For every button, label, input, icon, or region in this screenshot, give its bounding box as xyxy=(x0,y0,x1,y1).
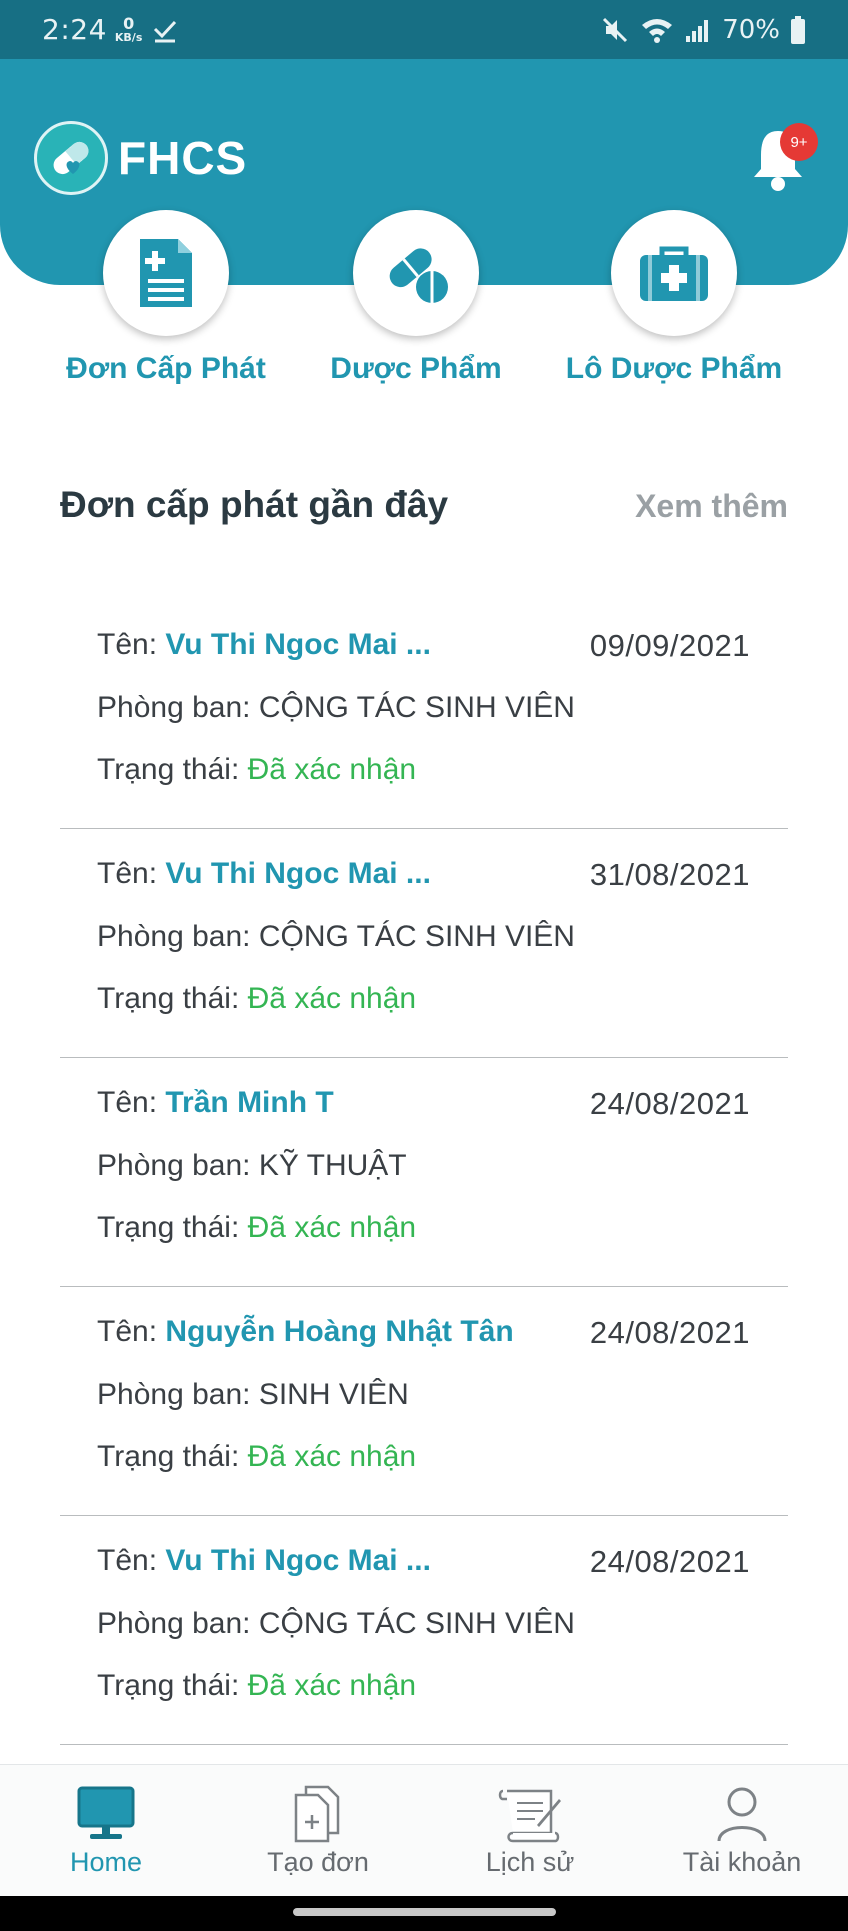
patient-name: Vu Thi Ngoc Mai ... xyxy=(165,857,431,890)
item-date: 24/08/2021 xyxy=(589,1544,750,1579)
status-row: Trạng thái: Đã xác nhận xyxy=(97,753,416,787)
scroll-icon xyxy=(498,1789,561,1843)
net-speed-value: 0 xyxy=(123,14,135,33)
nav-account[interactable]: Tài khoản xyxy=(636,1765,848,1897)
item-date: 31/08/2021 xyxy=(589,857,750,892)
status-row: Trạng thái: Đã xác nhận xyxy=(97,982,416,1016)
item-date: 09/09/2021 xyxy=(589,628,750,663)
department-value: KỸ THUẬT xyxy=(258,1149,407,1182)
name-label: Tên: xyxy=(97,857,166,890)
home-gesture-handle[interactable] xyxy=(293,1908,556,1916)
quick-action-circle[interactable] xyxy=(353,210,479,336)
nav-home[interactable]: Home xyxy=(0,1765,212,1897)
department-value: CỘNG TÁC SINH VIÊN xyxy=(258,920,575,953)
medical-kit-icon xyxy=(640,246,708,301)
wifi-icon xyxy=(642,18,673,43)
department-value: CỘNG TÁC SINH VIÊN xyxy=(258,691,575,724)
name-label: Tên: xyxy=(97,1315,166,1348)
pill-icon xyxy=(389,248,448,303)
status-time: 2:24 xyxy=(42,13,107,46)
status-label: Trạng thái: xyxy=(97,1211,248,1244)
list-item[interactable]: Tên: Vu Thi Ngoc Mai ... 31/08/2021 Phòn… xyxy=(60,829,788,1058)
department-value: CỘNG TÁC SINH VIÊN xyxy=(258,1607,575,1640)
quick-action-medicines[interactable]: Dược Phẩm xyxy=(306,210,526,386)
status-label: Trạng thái: xyxy=(97,1440,248,1473)
name-row: Tên: Vu Thi Ngoc Mai ... xyxy=(97,1544,431,1578)
capsule-heart-icon xyxy=(53,141,89,175)
document-plus-icon xyxy=(140,239,192,307)
status-row: Trạng thái: Đã xác nhận xyxy=(97,1440,416,1474)
list-item[interactable]: Tên: Vu Thi Ngoc Mai ... 09/09/2021 Phòn… xyxy=(60,600,788,829)
battery-icon xyxy=(791,15,805,44)
status-label: Trạng thái: xyxy=(97,982,248,1015)
item-date: 24/08/2021 xyxy=(589,1315,750,1350)
department-label: Phòng ban: xyxy=(97,1607,259,1640)
nav-create[interactable]: Tạo đơn xyxy=(212,1765,424,1897)
status-label: Trạng thái: xyxy=(97,753,248,786)
net-speed-unit: KB/s xyxy=(114,31,143,44)
name-row: Tên: Vu Thi Ngoc Mai ... xyxy=(97,857,431,891)
status-label: Trạng thái: xyxy=(97,1669,248,1702)
mute-icon xyxy=(603,17,628,42)
nav-label: Lịch sử xyxy=(485,1847,575,1877)
net-speed: 0 KB/s xyxy=(114,14,143,44)
patient-name: Vu Thi Ngoc Mai ... xyxy=(165,1544,431,1577)
name-row: Tên: Vu Thi Ngoc Mai ... xyxy=(97,628,431,662)
app-logo xyxy=(34,121,108,195)
name-label: Tên: xyxy=(97,628,166,661)
see-more-link[interactable]: Xem thêm xyxy=(635,488,788,525)
department-label: Phòng ban: xyxy=(97,691,259,724)
user-icon xyxy=(717,1787,767,1842)
status-value: Đã xác nhận xyxy=(247,1440,417,1473)
quick-action-circle[interactable] xyxy=(611,210,737,336)
status-value: Đã xác nhận xyxy=(247,1669,417,1702)
department-row: Phòng ban: CỘNG TÁC SINH VIÊN xyxy=(97,691,575,725)
item-date: 24/08/2021 xyxy=(589,1086,750,1121)
nav-label: Tạo đơn xyxy=(267,1847,369,1877)
department-row: Phòng ban: SINH VIÊN xyxy=(97,1378,409,1412)
quick-action-circle[interactable] xyxy=(103,210,229,336)
status-value: Đã xác nhận xyxy=(247,1211,417,1244)
name-label: Tên: xyxy=(97,1086,166,1119)
new-document-icon xyxy=(294,1785,340,1843)
department-label: Phòng ban: xyxy=(97,1378,259,1411)
patient-name: Nguyễn Hoàng Nhật Tân xyxy=(165,1315,514,1348)
status-bar: 2:24 0 KB/s 70% xyxy=(0,0,848,59)
recent-section-title: Đơn cấp phát gần đây xyxy=(60,484,449,525)
department-row: Phòng ban: KỸ THUẬT xyxy=(97,1149,407,1183)
department-row: Phòng ban: CỘNG TÁC SINH VIÊN xyxy=(97,1607,575,1641)
quick-action-label[interactable]: Dược Phẩm xyxy=(306,352,526,386)
status-value: Đã xác nhận xyxy=(247,753,417,786)
list-item[interactable]: Tên: Vu Thi Ngoc Mai ... 24/08/2021 Phòn… xyxy=(60,1516,788,1745)
nav-label: Home xyxy=(69,1847,143,1877)
notification-badge: 9+ xyxy=(780,123,818,161)
nav-label: Tài khoản xyxy=(682,1847,802,1877)
download-done-icon xyxy=(154,20,177,42)
battery-percent: 70% xyxy=(722,14,780,45)
quick-action-prescriptions[interactable]: Đơn Cấp Phát xyxy=(56,210,276,386)
patient-name: Trần Minh T xyxy=(165,1086,334,1119)
status-value: Đã xác nhận xyxy=(247,982,417,1015)
department-row: Phòng ban: CỘNG TÁC SINH VIÊN xyxy=(97,920,575,954)
department-value: SINH VIÊN xyxy=(258,1378,409,1411)
recent-prescription-list: Tên: Vu Thi Ngoc Mai ... 09/09/2021 Phòn… xyxy=(60,600,788,1745)
status-row: Trạng thái: Đã xác nhận xyxy=(97,1669,416,1703)
quick-action-medicine-batches[interactable]: Lô Dược Phẩm xyxy=(564,210,784,386)
bottom-navigation: Home Tạo đơn Lịch sử Tài khoản xyxy=(0,1764,848,1896)
department-label: Phòng ban: xyxy=(97,1149,259,1182)
status-row: Trạng thái: Đã xác nhận xyxy=(97,1211,416,1245)
name-row: Tên: Trần Minh T xyxy=(97,1086,334,1120)
signal-icon xyxy=(686,19,709,42)
name-label: Tên: xyxy=(97,1544,166,1577)
quick-action-label[interactable]: Lô Dược Phẩm xyxy=(564,352,784,386)
patient-name: Vu Thi Ngoc Mai ... xyxy=(165,628,431,661)
department-label: Phòng ban: xyxy=(97,920,259,953)
list-item[interactable]: Tên: Nguyễn Hoàng Nhật Tân 24/08/2021 Ph… xyxy=(60,1287,788,1516)
nav-history[interactable]: Lịch sử xyxy=(424,1765,636,1897)
monitor-icon xyxy=(77,1786,135,1839)
app-title: FHCS xyxy=(118,132,248,184)
name-row: Tên: Nguyễn Hoàng Nhật Tân xyxy=(97,1315,514,1349)
list-item[interactable]: Tên: Trần Minh T 24/08/2021 Phòng ban: K… xyxy=(60,1058,788,1287)
quick-action-label[interactable]: Đơn Cấp Phát xyxy=(56,352,276,386)
